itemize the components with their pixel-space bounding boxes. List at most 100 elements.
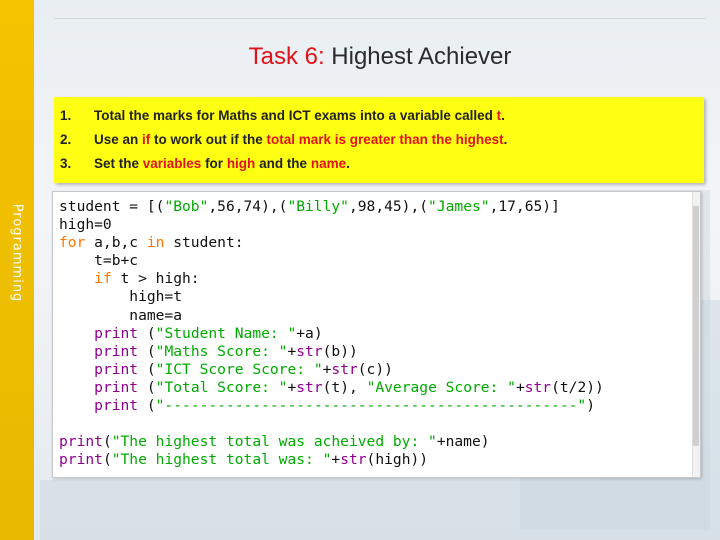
code-token: + bbox=[287, 378, 297, 396]
code-token: student = [( bbox=[59, 198, 165, 215]
task-text-highlight: high bbox=[226, 155, 256, 171]
code-line: print ("Student Name: "+a) bbox=[59, 325, 604, 343]
scrollbar-thumb[interactable] bbox=[693, 206, 699, 446]
task-text-highlight: name bbox=[310, 155, 347, 171]
task-text: Set the variables for high and the name. bbox=[94, 156, 350, 171]
code-token: a,b,c bbox=[85, 234, 147, 252]
task-number: 2. bbox=[60, 131, 72, 147]
code-token: print bbox=[59, 433, 103, 451]
title-accent: Task 6: bbox=[248, 42, 325, 70]
code-token: ( bbox=[138, 342, 156, 360]
code-token: print bbox=[94, 324, 139, 342]
task-text-part: Use an bbox=[94, 131, 143, 147]
code-editor[interactable]: student = [("Bob",56,74),("Billy",98,45)… bbox=[52, 191, 701, 478]
code-token: "Average Score: " bbox=[366, 378, 516, 396]
code-line: print("The highest total was: "+str(high… bbox=[59, 451, 604, 469]
code-token: str bbox=[340, 451, 367, 469]
task-number: 3. bbox=[60, 155, 72, 171]
code-token: print bbox=[94, 378, 139, 396]
code-line: print ("Total Score: "+str(t), "Average … bbox=[59, 379, 604, 397]
code-token: in bbox=[146, 234, 165, 252]
code-line: print ("--------------------------------… bbox=[59, 397, 604, 415]
code-line: print ("ICT Score Score: "+str(c)) bbox=[59, 361, 604, 379]
background-block bbox=[40, 480, 600, 540]
side-label: Programming bbox=[9, 203, 25, 303]
code-token: ( bbox=[102, 451, 112, 469]
code-token: (t/2)) bbox=[551, 378, 604, 396]
code-token: "Maths Score: " bbox=[155, 342, 288, 360]
code-token: print bbox=[94, 360, 139, 378]
code-token: ( bbox=[138, 378, 156, 396]
code-token: print bbox=[59, 451, 103, 469]
code-token: ( bbox=[138, 397, 156, 415]
task-text-highlight: total mark is greater than the highest bbox=[266, 131, 504, 147]
code-token: (b)) bbox=[322, 342, 358, 360]
code-token: ,98,45),( bbox=[348, 198, 429, 215]
code-token: if bbox=[94, 270, 112, 288]
code-token: +a) bbox=[296, 324, 323, 342]
task-text-part: for bbox=[201, 155, 227, 171]
code-token: t=b+c bbox=[59, 252, 139, 270]
code-token: "Student Name: " bbox=[155, 324, 297, 342]
task-number: 1. bbox=[60, 107, 72, 123]
code-token: "Billy" bbox=[287, 198, 349, 215]
code-token: + bbox=[331, 451, 341, 469]
code-token: "---------------------------------------… bbox=[155, 397, 587, 415]
code-token: name=a bbox=[59, 306, 183, 324]
task-item: 1. Total the marks for Maths and ICT exa… bbox=[60, 103, 704, 127]
code-token: print bbox=[94, 342, 139, 360]
code-token: str bbox=[331, 360, 358, 378]
task-text: Use an if to work out if the total mark … bbox=[94, 132, 507, 147]
code-token: ( bbox=[102, 433, 112, 451]
code-token: + bbox=[515, 378, 525, 396]
code-token: ,56,74),( bbox=[208, 198, 288, 215]
code-token: "ICT Score Score: " bbox=[155, 360, 323, 378]
code-token: +name) bbox=[436, 433, 490, 451]
code-line: t=b+c bbox=[59, 252, 604, 270]
code-line: print("The highest total was acheived by… bbox=[59, 433, 604, 451]
task-text-part: Total the marks for Maths and ICT exams … bbox=[94, 107, 497, 123]
task-text-part: . bbox=[501, 107, 505, 123]
code-token: "Total Score: " bbox=[155, 378, 288, 396]
code-token: "The highest total was acheived by: " bbox=[111, 433, 437, 451]
code-token: (c)) bbox=[357, 360, 393, 378]
code-token: + bbox=[287, 342, 297, 360]
slide-title: Task 6: Highest Achiever bbox=[249, 43, 512, 71]
task-item: 3. Set the variables for high and the na… bbox=[60, 151, 704, 175]
code-token: "Bob" bbox=[164, 198, 209, 215]
task-item: 2. Use an if to work out if the total ma… bbox=[60, 127, 704, 151]
code-line: high=0 bbox=[59, 216, 604, 234]
code-line: print ("Maths Score: "+str(b)) bbox=[59, 343, 604, 361]
code-line: for a,b,c in student: bbox=[59, 234, 604, 252]
code-line: name=a bbox=[59, 307, 604, 325]
task-text-part: and the bbox=[255, 155, 311, 171]
code-token: (t), bbox=[322, 378, 367, 396]
title-rest: Highest Achiever bbox=[331, 42, 512, 70]
task-text-highlight: variables bbox=[142, 155, 202, 171]
task-text-part: Set the bbox=[94, 155, 143, 171]
task-text: Total the marks for Maths and ICT exams … bbox=[94, 108, 505, 123]
scrollbar[interactable] bbox=[692, 192, 700, 477]
code-token: t > high: bbox=[111, 270, 200, 288]
code-block[interactable]: student = [("Bob",56,74),("Billy",98,45)… bbox=[59, 198, 604, 469]
code-token: "The highest total was: " bbox=[111, 451, 332, 469]
code-line: high=t bbox=[59, 288, 604, 306]
code-line: student = [("Bob",56,74),("Billy",98,45)… bbox=[59, 198, 604, 216]
task-text-part: . bbox=[503, 131, 508, 147]
task-text-part: . bbox=[346, 155, 350, 171]
code-token: student: bbox=[164, 234, 244, 252]
code-line: if t > high: bbox=[59, 270, 604, 288]
title-area: Task 6: Highest Achiever bbox=[55, 18, 705, 94]
code-token: (high)) bbox=[366, 451, 429, 469]
code-token: str bbox=[296, 378, 323, 396]
code-token: str bbox=[524, 378, 552, 396]
code-token: ,17,65)] bbox=[489, 198, 560, 215]
code-token: high=0 bbox=[59, 216, 112, 234]
code-token: high=t bbox=[59, 288, 183, 306]
